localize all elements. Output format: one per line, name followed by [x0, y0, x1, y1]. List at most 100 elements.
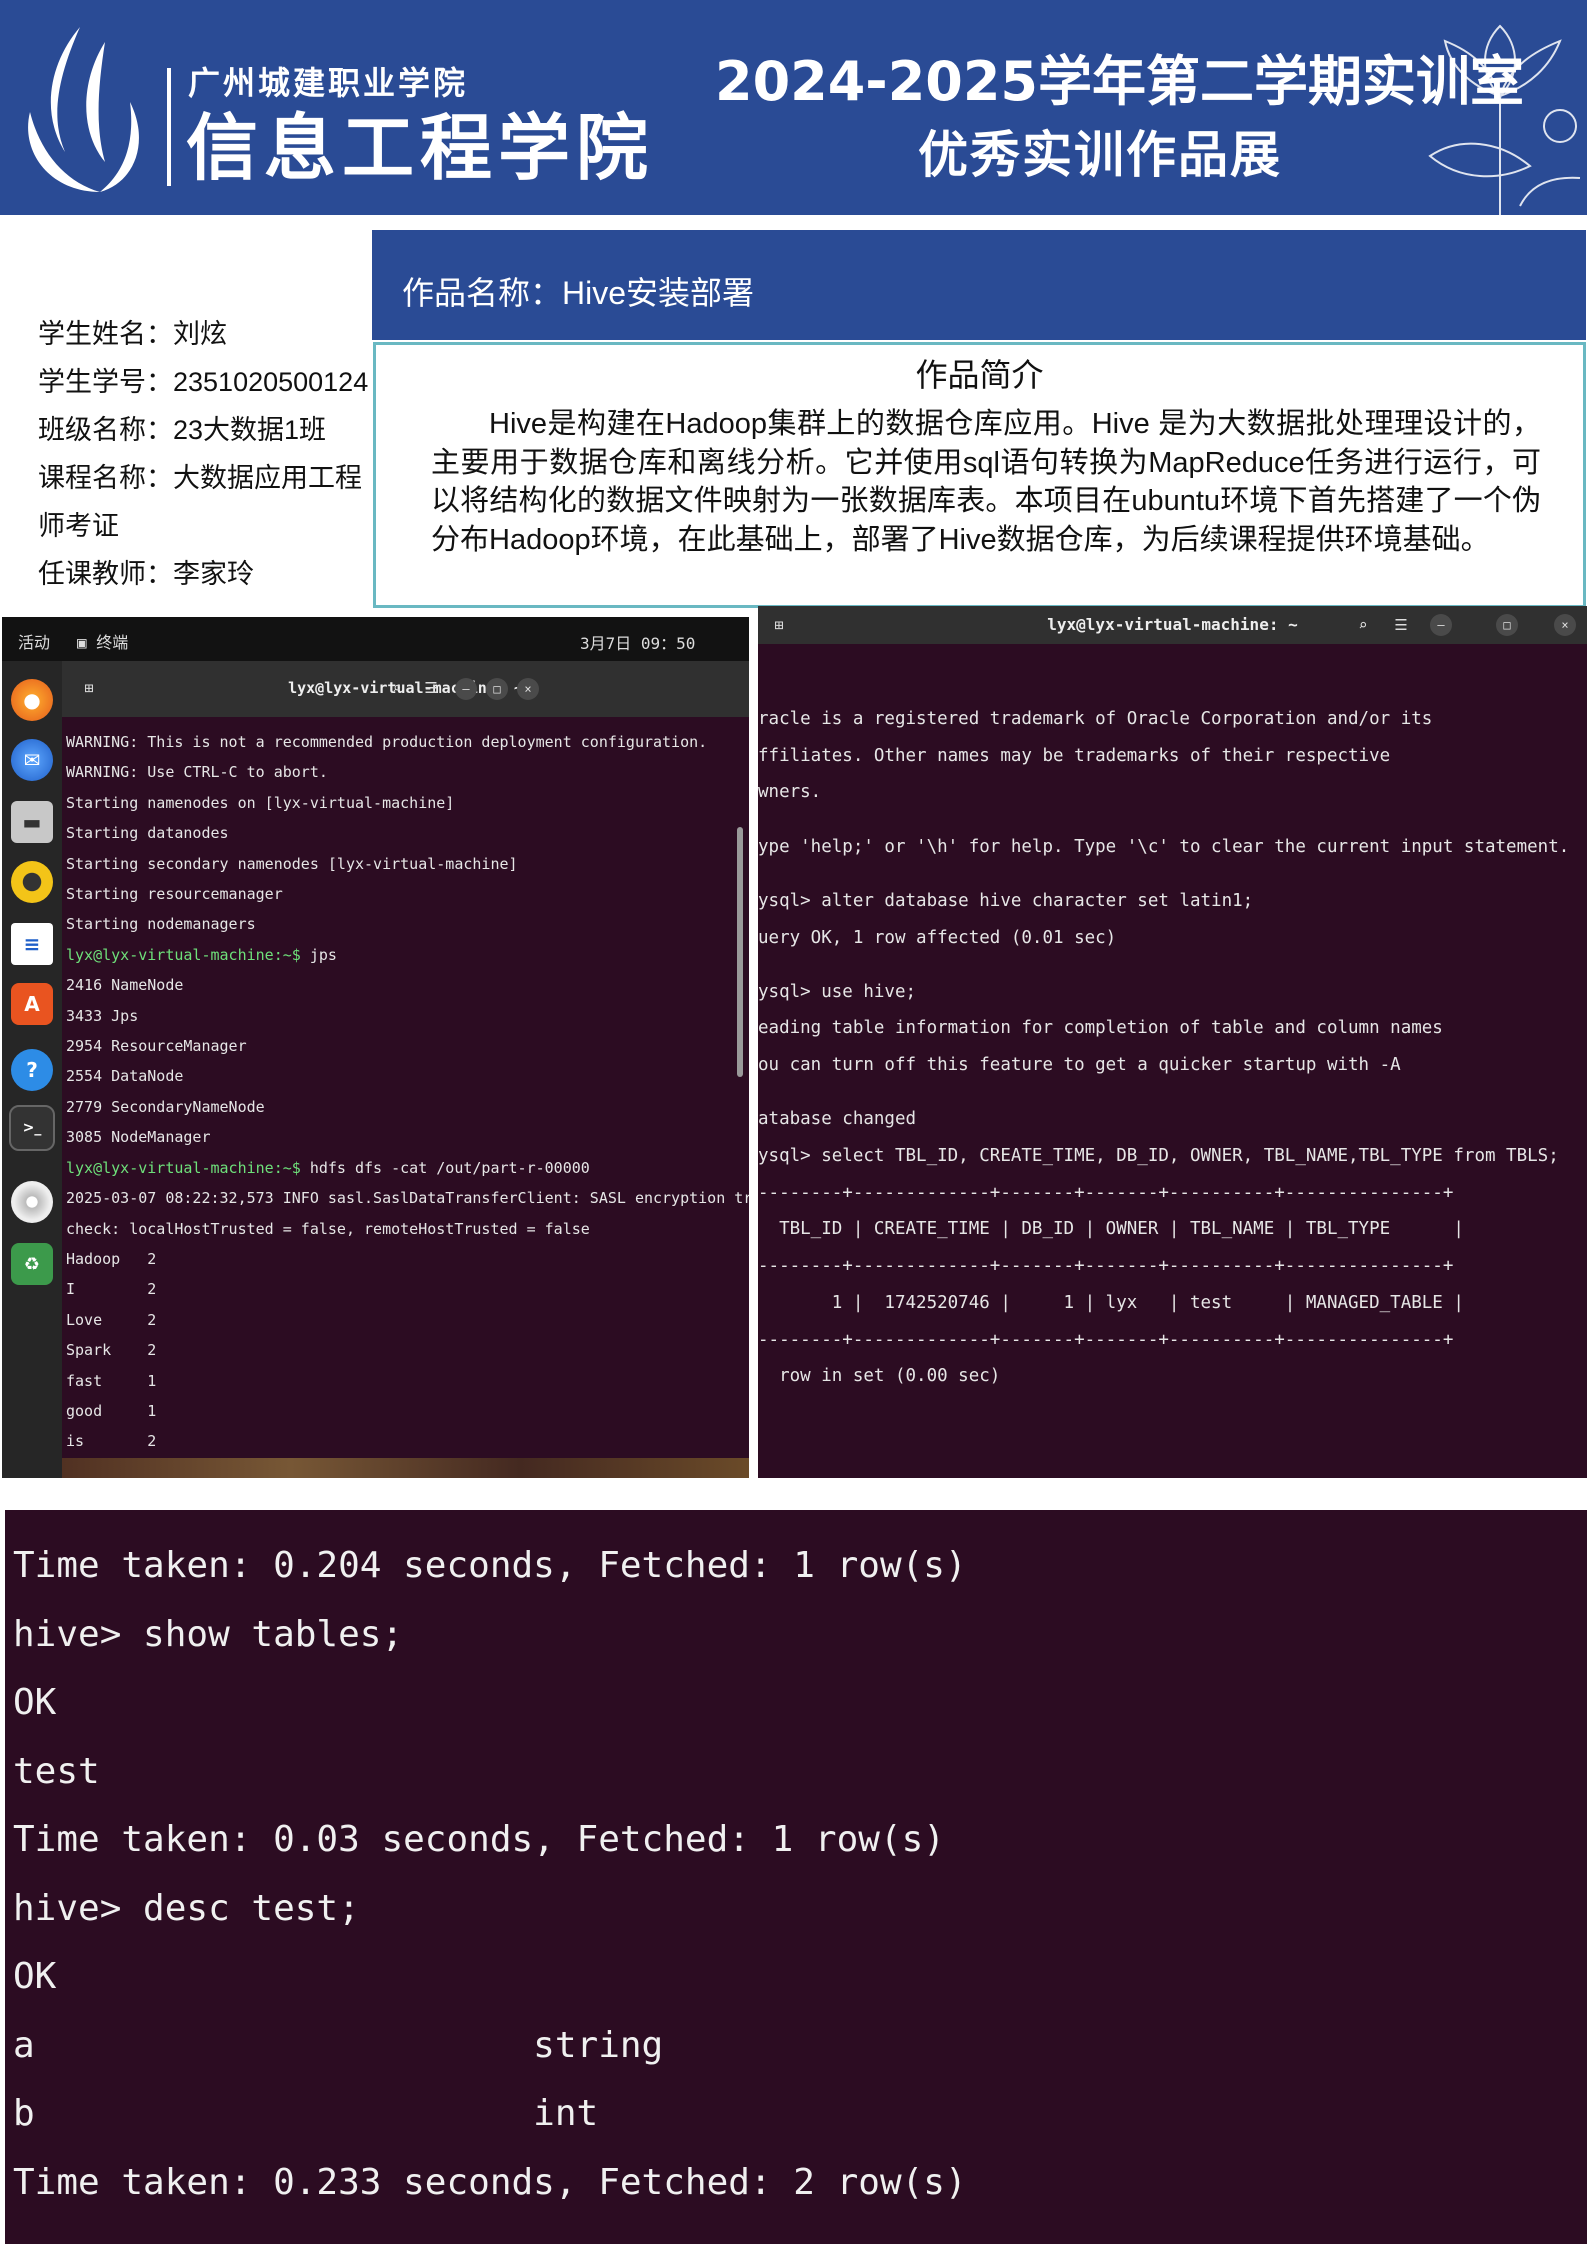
terminal-line: ou can turn off this feature to get a qu… [758, 1055, 1401, 1076]
terminal-line: fast 1 [66, 1371, 157, 1390]
terminal-output: WARNING: This is not a recommended produ… [66, 727, 749, 1457]
terminal-line: lyx@lyx-virtual-machine:~$ hdfs dfs -cat… [66, 1158, 590, 1177]
terminal-line: 2416 NameNode [66, 976, 184, 995]
terminal-line: ype 'help;' or '\h' for help. Type '\c' … [758, 836, 1570, 857]
thunderbird-icon[interactable]: ✉ [11, 739, 53, 781]
terminal-line: TBL_ID | CREATE_TIME | DB_ID | OWNER | T… [758, 1219, 1464, 1240]
exhibition-title: 2024-2025学年第二学期实训室 [715, 50, 1524, 113]
writer-icon[interactable]: ≡ [11, 923, 53, 965]
terminal-line: WARNING: Use CTRL-C to abort. [66, 763, 328, 782]
banner-divider [167, 68, 171, 186]
terminal-line: Time taken: 0.204 seconds, Fetched: 1 ro… [13, 1545, 967, 1586]
terminal-line: atabase changed [758, 1109, 917, 1130]
school-name: 广州城建职业学院 [188, 64, 469, 102]
terminal-line: ffiliates. Other names may be trademarks… [758, 745, 1391, 766]
course-name: 课程名称：大数据应用工程 [38, 463, 362, 493]
terminal-line: Starting datanodes [66, 824, 229, 843]
terminal-line: Starting nodemanagers [66, 915, 256, 934]
help-icon[interactable]: ? [11, 1049, 53, 1091]
terminal-line: racle is a registered trademark of Oracl… [758, 709, 1433, 729]
terminal-line: hive> desc test; [13, 1887, 360, 1929]
terminal-line: --------+-------------+-------+-------+-… [758, 1329, 1454, 1350]
work-intro-box: 作品简介 Hive是构建在Hadoop集群上的数据仓库应用。Hive 是为大数据… [373, 342, 1586, 608]
terminal-line: Love 2 [66, 1310, 157, 1329]
ubuntu-top-bar: 活动 ▣ 终端 3月7日 09：50 [2, 617, 749, 661]
hive-terminal-screenshot: Time taken: 0.204 seconds, Fetched: 1 ro… [5, 1510, 1587, 2244]
terminal-window-header: ⊞ lyx@lyx-virtual-machine: ~ ⌕ ☰ – □ × [62, 661, 749, 717]
search-icon[interactable]: ⌕ [1350, 612, 1376, 638]
software-icon[interactable]: A [11, 983, 53, 1025]
trash-icon[interactable]: ♻ [11, 1243, 53, 1285]
terminal-line: Starting secondary namenodes [lyx-virtua… [66, 854, 518, 873]
terminal-line: OK [13, 1956, 57, 1997]
terminal-window-header: ⊞ lyx@lyx-virtual-machine: ~ ⌕ ☰ – □ × [758, 606, 1587, 644]
student-info: 学生姓名：刘炫 学生学号：2351020500124 班级名称：23大数据1班 … [38, 310, 368, 598]
terminal-line: 2025-03-07 08:22:32,573 INFO sasl.SaslDa… [66, 1189, 749, 1208]
student-name: 学生姓名：刘炫 [38, 319, 227, 349]
terminal-line: WARNING: This is not a recommended produ… [66, 733, 708, 751]
menu-icon[interactable]: ☰ [1388, 612, 1414, 638]
close-icon[interactable]: × [517, 678, 539, 700]
activities-button[interactable]: 活动 [18, 629, 50, 653]
terminal-line: --------+-------------+-------+-------+-… [758, 1256, 1454, 1277]
hadoop-terminal-screenshot: 活动 ▣ 终端 3月7日 09：50 ● ✉ ▬ ≡ A ? >_ ♻ ⊞ ly… [2, 617, 749, 1478]
search-icon[interactable]: ⌕ [384, 675, 410, 701]
course-name-cont: 师考证 [38, 511, 119, 541]
college-name: 信息工程学院 [186, 106, 655, 190]
clock[interactable]: 3月7日 09：50 [580, 630, 695, 654]
terminal-line: eading table information for completion … [758, 1018, 1443, 1039]
terminal-line: 3433 Jps [66, 1006, 139, 1025]
minimize-icon[interactable]: – [455, 678, 477, 700]
terminal-line: OK [13, 1682, 57, 1723]
terminal-line: 2779 SecondaryNameNode [66, 1097, 265, 1116]
menu-icon[interactable]: ☰ [418, 675, 444, 701]
close-icon[interactable]: × [1554, 614, 1576, 636]
teacher-name: 任课教师：李家玲 [38, 559, 254, 589]
terminal-line: hive> show tables; [13, 1613, 404, 1655]
scrollbar[interactable] [737, 827, 743, 1077]
terminal-line: wners. [758, 782, 822, 803]
terminal-line: Spark 2 [66, 1341, 157, 1360]
terminal-icon[interactable]: >_ [9, 1105, 55, 1151]
terminal-line: Time taken: 0.03 seconds, Fetched: 1 row… [13, 1819, 945, 1860]
college-logo-icon [28, 27, 139, 192]
terminal-line: Starting resourcemanager [66, 885, 283, 904]
terminal-line: is 2 [66, 1432, 157, 1451]
work-title-bar: 作品名称：Hive安装部署 [372, 230, 1586, 340]
maximize-icon[interactable]: □ [486, 678, 508, 700]
exhibition-subtitle: 优秀实训作品展 [918, 126, 1282, 184]
class-name: 班级名称：23大数据1班 [38, 415, 327, 445]
terminal-line: ysql> select TBL_ID, CREATE_TIME, DB_ID,… [758, 1146, 1559, 1167]
work-title: 作品名称：Hive安装部署 [402, 275, 755, 311]
terminal-line: check: localHostTrusted = false, remoteH… [66, 1219, 590, 1238]
terminal-line: 2554 DataNode [66, 1067, 184, 1086]
window-title: lyx@lyx-virtual-machine: ~ [1047, 615, 1298, 634]
intro-heading: 作品简介 [915, 357, 1044, 393]
terminal-line: 3085 NodeManager [66, 1128, 211, 1147]
minimize-icon[interactable]: – [1430, 614, 1452, 636]
terminal-line: good 1 [66, 1401, 157, 1420]
terminal-output: Time taken: 0.204 seconds, Fetched: 1 ro… [13, 1532, 967, 2217]
firefox-icon[interactable]: ● [11, 679, 53, 721]
files-icon[interactable]: ▬ [11, 801, 53, 843]
terminal-line: Starting namenodes on [lyx-virtual-machi… [66, 793, 455, 812]
student-id: 学生学号：2351020500124 [38, 367, 369, 397]
terminal-line: row in set (0.00 sec) [758, 1366, 1001, 1387]
terminal-line: --------+-------------+-------+-------+-… [758, 1182, 1454, 1203]
disc-icon[interactable] [11, 1181, 53, 1223]
maximize-icon[interactable]: □ [1496, 614, 1518, 636]
terminal-line: test [13, 1750, 100, 1792]
intro-body: Hive是构建在Hadoop集群上的数据仓库应用。Hive 是为大数据批处理理设… [431, 408, 1541, 556]
terminal-line: ysql> alter database hive character set … [758, 890, 1254, 911]
terminal-line: Time taken: 0.233 seconds, Fetched: 2 ro… [13, 2161, 967, 2203]
header-banner: 广州城建职业学院 信息工程学院 2024-2025学年第二学期实训室 优秀实训作… [0, 0, 1587, 215]
rhythmbox-icon[interactable] [11, 861, 53, 903]
terminal-line: 1 | 1742520746 | 1 | lyx | test | MANAGE… [758, 1292, 1464, 1313]
app-menu-terminal[interactable]: ▣ 终端 [77, 629, 128, 653]
terminal-line: a string [13, 2024, 664, 2066]
desktop-wallpaper-strip [62, 1458, 749, 1478]
